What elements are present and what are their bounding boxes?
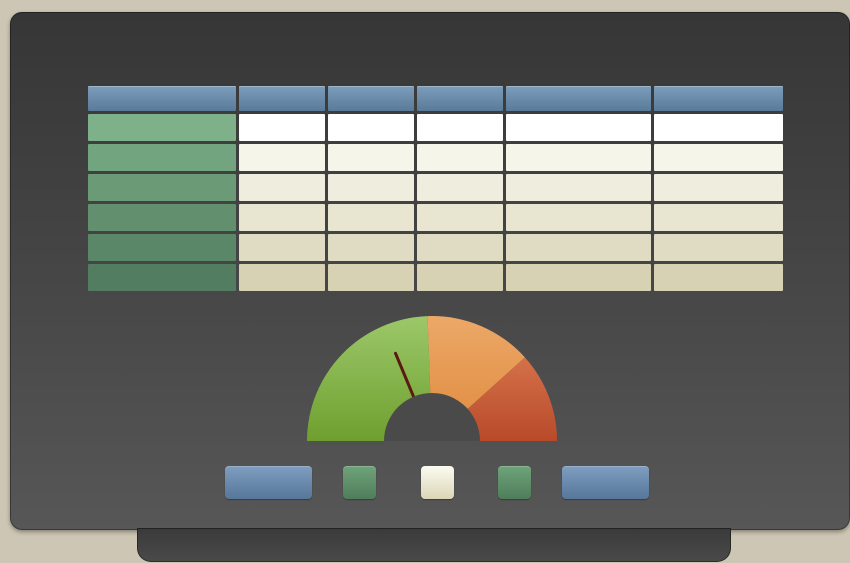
table-row-label-cell — [88, 204, 236, 231]
table-cell — [654, 144, 783, 171]
table-cell — [239, 144, 325, 171]
table-header-cell — [239, 86, 325, 111]
table-cell — [328, 204, 414, 231]
table-cell — [239, 204, 325, 231]
left-green-button[interactable] — [343, 466, 376, 499]
data-table — [88, 86, 783, 291]
table-cell — [506, 234, 651, 261]
table-cell — [417, 204, 503, 231]
table-row-label-cell — [88, 114, 236, 141]
table-row-label-cell — [88, 144, 236, 171]
table-cell — [654, 234, 783, 261]
left-blue-button[interactable] — [225, 466, 312, 499]
table-header-cell — [328, 86, 414, 111]
table-cell — [654, 114, 783, 141]
table-cell — [506, 204, 651, 231]
right-green-button[interactable] — [498, 466, 531, 499]
table-header-cell — [654, 86, 783, 111]
table-cell — [328, 114, 414, 141]
table-header-cell — [88, 86, 236, 111]
table-cell — [239, 114, 325, 141]
table-cell — [417, 114, 503, 141]
table-row-label-cell — [88, 264, 236, 291]
table-cell — [654, 174, 783, 201]
table-cell — [506, 174, 651, 201]
table-cell — [417, 144, 503, 171]
table-cell — [417, 264, 503, 291]
right-blue-button[interactable] — [562, 466, 649, 499]
table-cell — [328, 264, 414, 291]
table-cell — [239, 234, 325, 261]
center-cream-button[interactable] — [421, 466, 454, 499]
table-cell — [506, 264, 651, 291]
table-header-cell — [417, 86, 503, 111]
table-row-label-cell — [88, 174, 236, 201]
gauge — [307, 316, 557, 441]
table-cell — [328, 234, 414, 261]
table-row-label-cell — [88, 234, 236, 261]
table-cell — [239, 174, 325, 201]
table-cell — [506, 114, 651, 141]
monitor-stand — [137, 528, 731, 562]
table-cell — [328, 144, 414, 171]
table-cell — [654, 264, 783, 291]
table-cell — [239, 264, 325, 291]
table-cell — [654, 204, 783, 231]
table-cell — [506, 144, 651, 171]
table-cell — [417, 234, 503, 261]
table-cell — [417, 174, 503, 201]
table-header-cell — [506, 86, 651, 111]
table-cell — [328, 174, 414, 201]
